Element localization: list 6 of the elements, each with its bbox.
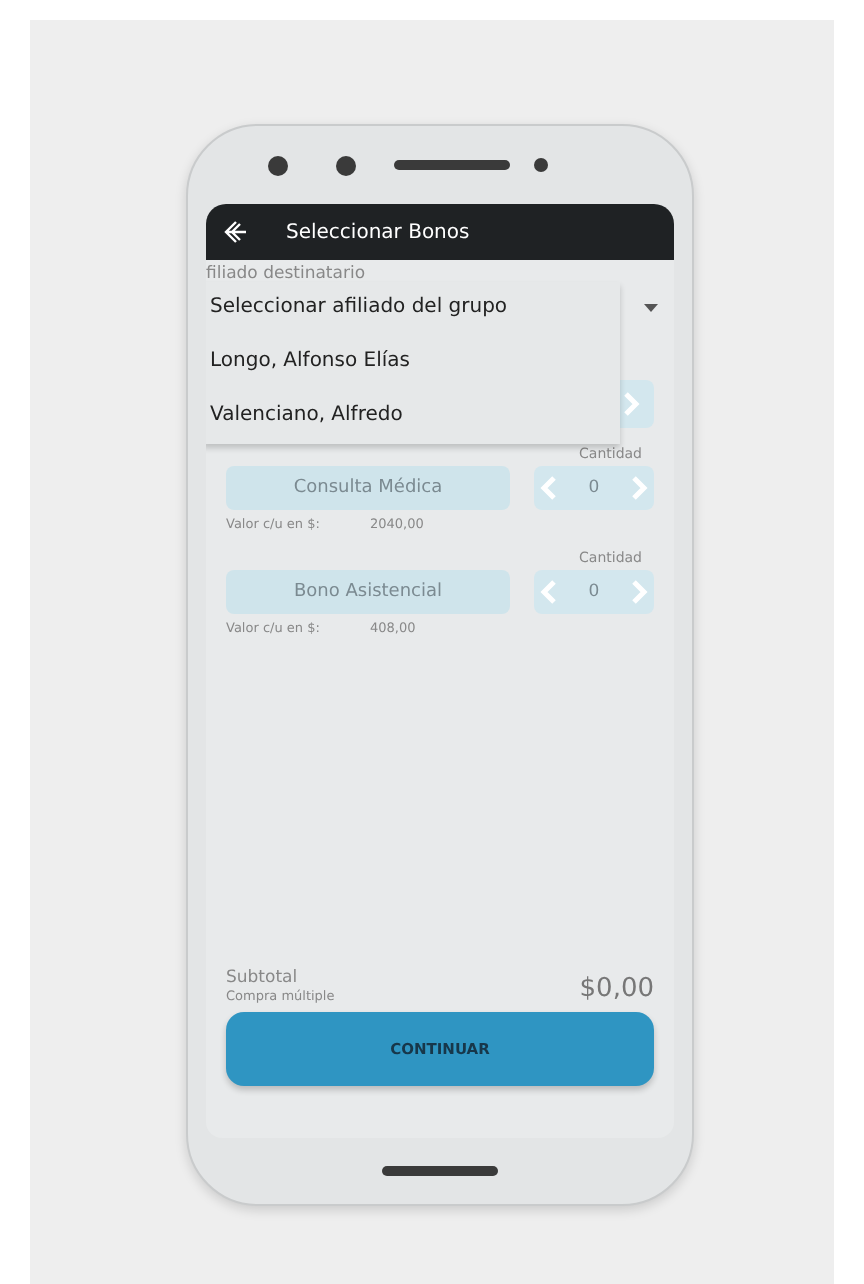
quantity-value: 0 [588, 478, 600, 498]
subtotal-label: Subtotal [226, 968, 300, 988]
field-label: filiado destinatario [206, 264, 368, 284]
subtotal-amount: $0,00 [579, 974, 654, 1004]
quantity-value: 0 [588, 582, 600, 602]
screen-title: Seleccionar Bonos [286, 221, 470, 243]
